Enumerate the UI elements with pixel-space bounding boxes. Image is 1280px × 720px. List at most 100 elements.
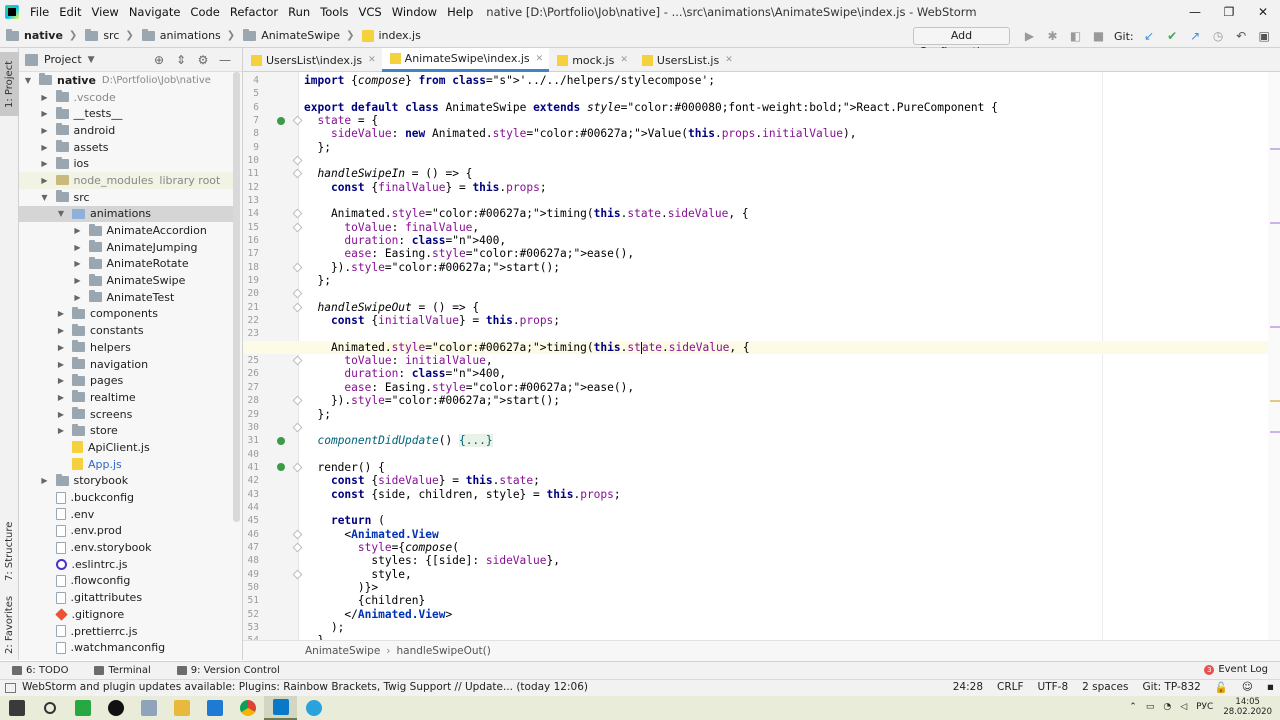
fold-icon[interactable] [292, 208, 303, 219]
code-line[interactable]: <Animated.View [304, 528, 438, 541]
line-number[interactable]: 43 [243, 488, 259, 501]
search-icon[interactable]: ⌕ [1276, 29, 1280, 44]
code-line[interactable]: duration: class="n">400, [304, 234, 506, 247]
tree-item[interactable]: ApiClient.js [19, 439, 233, 456]
breadcrumb-native[interactable]: native ❯ [0, 28, 81, 42]
chevron-right-icon[interactable]: ▶ [56, 343, 66, 352]
fold-icon[interactable] [292, 262, 303, 273]
line-number[interactable]: 53 [243, 621, 259, 634]
override-marker-icon[interactable] [277, 436, 285, 445]
vcs-rollback-icon[interactable]: ↶ [1230, 29, 1253, 43]
line-number[interactable]: 28 [243, 394, 259, 407]
line-number[interactable]: 21 [243, 301, 259, 314]
tree-item[interactable]: ▶ assets [19, 139, 233, 156]
tree-item[interactable]: ▶ realtime [19, 389, 233, 406]
menu-run[interactable]: Run [283, 0, 315, 24]
collapse-all-icon[interactable]: ⇕ [170, 53, 192, 67]
taskbar-explorer[interactable] [165, 696, 198, 720]
menu-tools[interactable]: Tools [315, 0, 353, 24]
network-icon[interactable]: ▭ [1146, 702, 1155, 712]
code-line[interactable]: const {side, children, style} = this.pro… [304, 488, 621, 501]
version-control-button[interactable]: 9: Version Control [165, 665, 294, 676]
breadcrumb-animateswipe[interactable]: AnimateSwipe ❯ [239, 28, 358, 42]
tree-item[interactable]: ▶ ios [19, 155, 233, 172]
menu-refactor[interactable]: Refactor [225, 0, 283, 24]
line-number[interactable]: 52 [243, 608, 259, 621]
fold-icon[interactable] [292, 422, 303, 433]
minimize-icon[interactable]: — [1178, 0, 1212, 24]
line-number[interactable]: 40 [243, 448, 259, 461]
stop-icon[interactable]: ■ [1087, 29, 1110, 43]
fold-icon[interactable] [292, 155, 303, 166]
chevron-down-icon[interactable]: ▼ [88, 55, 95, 65]
stripe-mark[interactable] [1270, 148, 1280, 150]
volume-icon[interactable]: ◁ [1180, 702, 1187, 712]
code-line[interactable]: export default class AnimateSwipe extend… [304, 101, 998, 114]
breadcrumb-index-js[interactable]: index.js [358, 29, 424, 42]
gear-icon[interactable]: ⚙ [192, 53, 214, 67]
code-line[interactable]: duration: class="n">400, [304, 367, 506, 380]
stripe-mark[interactable] [1270, 431, 1280, 433]
fold-icon[interactable] [292, 288, 303, 299]
code-line[interactable]: Animated.style="color:#00627a;">timing(t… [243, 340, 1280, 355]
tree-item[interactable]: ▶ helpers [19, 339, 233, 356]
chevron-right-icon[interactable]: ▶ [73, 293, 83, 302]
notification-icon[interactable]: ▪ [1267, 681, 1274, 694]
vcs-history-icon[interactable]: ◷ [1207, 29, 1230, 43]
code-line[interactable]: style, [304, 568, 411, 581]
chevron-right-icon[interactable]: ▶ [56, 376, 66, 385]
menu-file[interactable]: File [25, 0, 54, 24]
lock-icon[interactable]: 🔓 [1215, 681, 1228, 694]
fold-icon[interactable] [292, 395, 303, 406]
fold-icon[interactable] [292, 542, 303, 553]
line-number[interactable]: 7 [243, 114, 259, 127]
tree-item[interactable]: .flowconfig [19, 573, 233, 590]
code-line[interactable]: const {finalValue} = this.props; [304, 181, 547, 194]
file-encoding[interactable]: UTF-8 [1038, 681, 1069, 694]
tree-item[interactable]: ▶ AnimateSwipe [19, 272, 233, 289]
tree-item[interactable]: ▼ src [19, 189, 233, 206]
tree-item[interactable]: .env [19, 506, 233, 523]
tree-item[interactable]: .buckconfig [19, 489, 233, 506]
chevron-right-icon[interactable]: ▶ [40, 176, 50, 185]
editor-gutter[interactable]: 4567891011121314151617181920212223242526… [243, 72, 303, 640]
code-line[interactable]: styles: {[side]: sideValue}, [304, 554, 560, 567]
fold-icon[interactable] [292, 302, 303, 313]
menu-view[interactable]: View [87, 0, 124, 24]
taskbar-search[interactable] [33, 696, 66, 720]
close-icon[interactable]: ✕ [1246, 0, 1280, 24]
taskbar-telegram[interactable] [297, 696, 330, 720]
line-number[interactable]: 49 [243, 568, 259, 581]
stripe-mark[interactable] [1270, 222, 1280, 224]
code-line[interactable]: handleSwipeOut = () => { [304, 301, 479, 314]
crumb-method[interactable]: handleSwipeOut() [397, 645, 491, 657]
line-number[interactable]: 23 [243, 327, 259, 340]
line-number[interactable]: 9 [243, 141, 259, 154]
line-number[interactable]: 30 [243, 421, 259, 434]
taskbar-webstorm[interactable] [264, 696, 297, 720]
code-line[interactable]: const {initialValue} = this.props; [304, 314, 560, 327]
chevron-right-icon[interactable]: ▶ [56, 360, 66, 369]
tab-userslist-js[interactable]: UsersList.js ✕ [634, 48, 739, 72]
keyboard-language[interactable]: РУС [1196, 702, 1213, 712]
coverage-icon[interactable]: ◧ [1064, 29, 1087, 43]
vcs-push-icon[interactable]: ↗ [1184, 29, 1207, 43]
code-line[interactable]: toValue: initialValue, [304, 354, 492, 367]
tree-scrollbar[interactable] [233, 72, 240, 522]
line-number[interactable]: 41 [243, 461, 259, 474]
close-tab-icon[interactable]: ✕ [620, 55, 628, 65]
tree-item[interactable]: ▶ constants [19, 322, 233, 339]
line-number[interactable]: 42 [243, 474, 259, 487]
tree-item[interactable]: .env.storybook [19, 539, 233, 556]
chevron-right-icon[interactable]: ▶ [73, 243, 83, 252]
code-line[interactable]: toValue: finalValue, [304, 221, 479, 234]
line-number[interactable]: 16 [243, 234, 259, 247]
wifi-icon[interactable]: ◔ [1163, 702, 1171, 712]
stripe-mark[interactable] [1270, 400, 1280, 402]
tab-animateswipe-index-js[interactable]: AnimateSwipe\index.js ✕ [381, 48, 550, 72]
chevron-right-icon[interactable]: ▶ [40, 109, 50, 118]
add-configuration-button[interactable]: Add Configuration... [913, 27, 1010, 58]
tree-item[interactable]: ▶ screens [19, 406, 233, 423]
fold-icon[interactable] [292, 168, 303, 179]
code-line[interactable]: )}> [304, 581, 378, 594]
